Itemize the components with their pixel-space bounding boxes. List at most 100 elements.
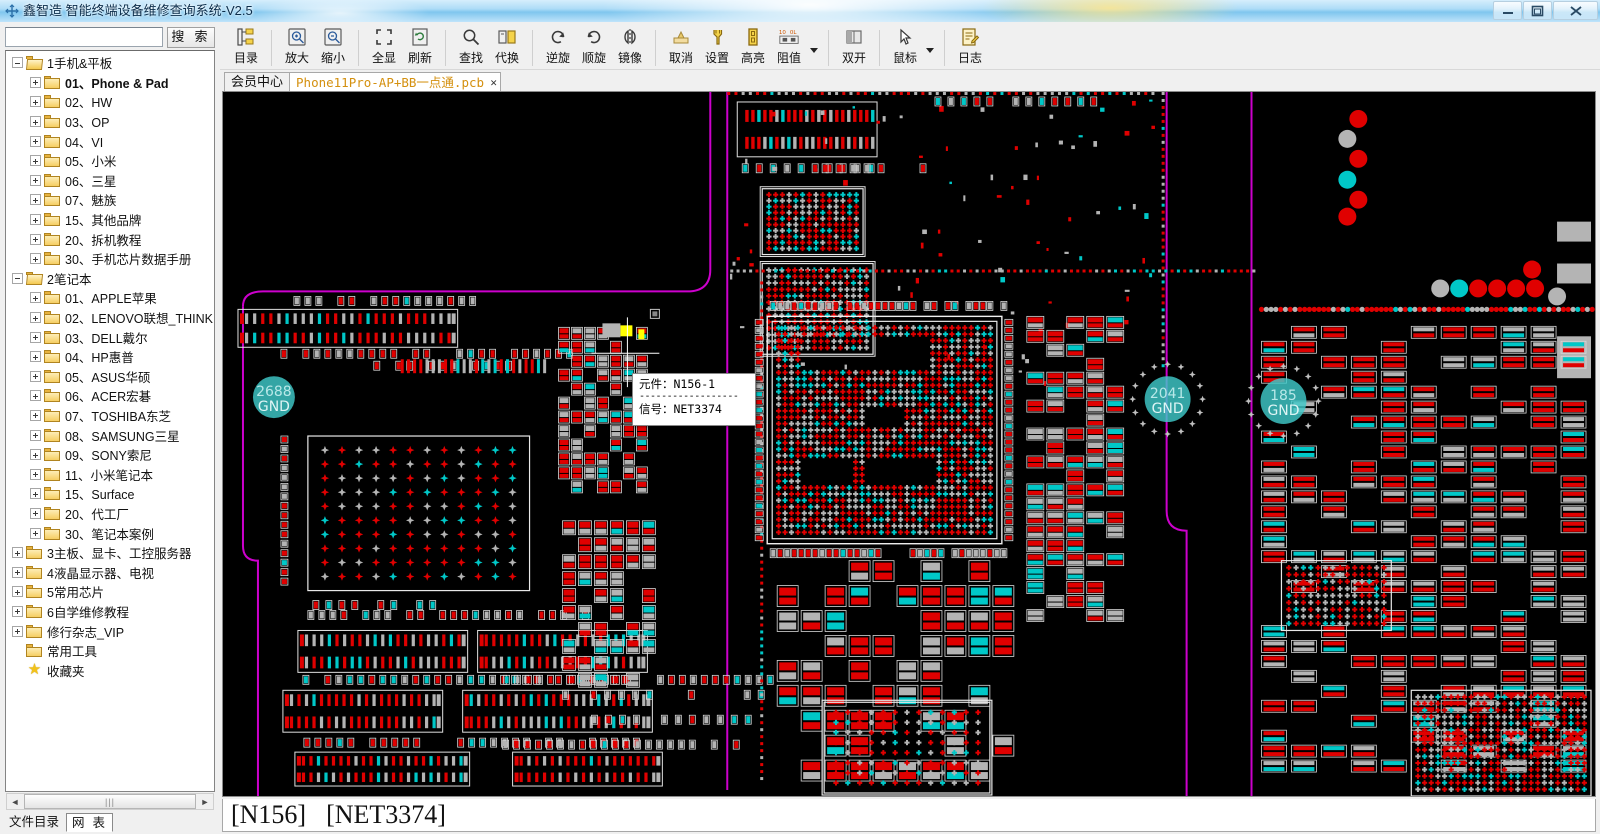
minimize-button[interactable] — [1493, 1, 1522, 20]
toolbar-button-dual-pane[interactable]: 双开 — [836, 23, 872, 67]
tree-expander-plus-icon[interactable] — [12, 605, 23, 617]
tree-expander-plus-icon[interactable] — [30, 96, 41, 108]
tree-item[interactable]: 07、TOSHIBA东芝 — [6, 406, 214, 426]
tree-expander-plus-icon[interactable] — [30, 292, 41, 304]
tree-item[interactable]: 常用工具 — [6, 641, 214, 661]
pcb-canvas-container[interactable]: 2688 GND 2041 GND 185 GND 元件：N156-1 ---------… — [222, 91, 1596, 797]
tree-item[interactable]: 修行杂志_VIP — [6, 621, 214, 641]
tree-expander-plus-icon[interactable] — [30, 331, 41, 343]
tree-item[interactable]: 2笔记本 — [6, 269, 214, 289]
tree-item[interactable]: 20、代工厂 — [6, 504, 214, 524]
toolbar-button-log[interactable]: 日志 — [952, 23, 988, 67]
toolbar-button-settings-wrench[interactable]: 设置 — [699, 23, 735, 67]
tree-item[interactable]: 01、Phone & Pad — [6, 73, 214, 93]
close-icon[interactable]: ✕ — [490, 73, 497, 92]
tree-expander-plus-icon[interactable] — [30, 370, 41, 382]
toolbar-button-fit-to-screen[interactable]: 全显 — [366, 23, 402, 67]
tree-item[interactable]: 06、ACER宏碁 — [6, 386, 214, 406]
toolbar-button-mirror[interactable]: 镜像 — [612, 23, 648, 67]
tree-item[interactable]: 08、SAMSUNG三星 — [6, 425, 214, 445]
toolbar-button-replace[interactable]: 代换 — [489, 23, 525, 67]
tree-item[interactable]: 03、OP — [6, 112, 214, 132]
mirror-icon — [619, 26, 641, 48]
tree-expander-plus-icon[interactable] — [30, 194, 41, 206]
tree-item[interactable]: 15、Surface — [6, 484, 214, 504]
tree-expander-plus-icon[interactable] — [12, 586, 23, 598]
toolbar-button-zoom-out[interactable]: 缩小 — [315, 23, 351, 67]
tree-expander-plus-icon[interactable] — [30, 174, 41, 186]
file-tab[interactable]: 会员中心 — [224, 72, 291, 92]
search-button[interactable]: 搜 索 — [167, 26, 215, 48]
tree-item[interactable]: 09、SONY索尼 — [6, 445, 214, 465]
tree-item[interactable]: 15、其他品牌 — [6, 210, 214, 230]
scroll-thumb[interactable]: ||| — [24, 794, 196, 809]
toolbar-button-tree-directory[interactable]: 目录 — [228, 23, 264, 67]
toolbar-dropdown-chevron-down-icon[interactable] — [807, 23, 821, 67]
search-input[interactable] — [5, 27, 163, 47]
maximize-button[interactable] — [1523, 1, 1552, 20]
tree-expander-plus-icon[interactable] — [30, 390, 41, 402]
tree-item[interactable]: 20、拆机教程 — [6, 229, 214, 249]
tree-expander-plus-icon[interactable] — [30, 488, 41, 500]
scroll-right-arrow[interactable]: ► — [197, 794, 213, 809]
file-tab[interactable]: Phone11Pro-AP+BB一点通.pcb ✕ — [289, 72, 502, 92]
tree-expander-plus-icon[interactable] — [30, 116, 41, 128]
scroll-left-arrow[interactable]: ◄ — [7, 794, 23, 809]
tree-item[interactable]: 03、DELL戴尔 — [6, 327, 214, 347]
toolbar-button-resistance[interactable]: 10 0L 阻值 — [771, 23, 807, 67]
tree-item[interactable]: ★ 收藏夹 — [6, 660, 214, 680]
toolbar-button-zoom-in[interactable]: 放大 — [279, 23, 315, 67]
tree-expander-plus-icon[interactable] — [30, 312, 41, 324]
tree-item[interactable]: 30、手机芯片数据手册 — [6, 249, 214, 269]
tree-expander-plus-icon[interactable] — [12, 547, 23, 559]
tree-item[interactable]: 06、三星 — [6, 171, 214, 191]
directory-tree-panel[interactable]: 1手机&平板 01、Phone & Pad 02、HW 03、OP 04、VI 05、小米… — [5, 50, 215, 792]
tree-expander-plus-icon[interactable] — [30, 507, 41, 519]
tree-item[interactable]: 05、小米 — [6, 151, 214, 171]
tree-expander-plus-icon[interactable] — [30, 449, 41, 461]
left-panel-tab[interactable]: 网 表 — [66, 813, 113, 832]
toolbar-dropdown-chevron-down-icon[interactable] — [923, 23, 937, 67]
tree-expander-plus-icon[interactable] — [30, 429, 41, 441]
toolbar-button-refresh[interactable]: 刷新 — [402, 23, 438, 67]
tree-item[interactable]: 5常用芯片 — [6, 582, 214, 602]
tree-expander-plus-icon[interactable] — [30, 351, 41, 363]
tree-item[interactable]: 3主板、显卡、工控服务器 — [6, 543, 214, 563]
tree-item[interactable]: 30、笔记本案例 — [6, 523, 214, 543]
tree-expander-plus-icon[interactable] — [12, 566, 23, 578]
tree-expander-plus-icon[interactable] — [30, 76, 41, 88]
tree-item[interactable]: 04、HP惠普 — [6, 347, 214, 367]
left-panel-tab[interactable]: 文件目录 — [4, 813, 65, 832]
tree-item[interactable]: 02、HW — [6, 92, 214, 112]
tree-expander-plus-icon[interactable] — [30, 214, 41, 226]
tree-expander-plus-icon[interactable] — [30, 253, 41, 265]
toolbar-button-search[interactable]: 查找 — [453, 23, 489, 67]
toolbar-button-cancel[interactable]: 取消 — [663, 23, 699, 67]
tree-item[interactable]: 4液晶显示器、电视 — [6, 562, 214, 582]
tree-item[interactable]: 1手机&平板 — [6, 53, 214, 73]
tree-expander-plus-icon[interactable] — [12, 625, 23, 637]
close-button[interactable] — [1553, 1, 1598, 20]
tree-expander-minus-icon[interactable] — [12, 272, 23, 284]
tree-expander-plus-icon[interactable] — [30, 135, 41, 147]
tree-item[interactable]: 02、LENOVO联想_THINK — [6, 308, 214, 328]
file-tab-label: Phone11Pro-AP+BB一点通.pcb — [296, 75, 485, 90]
toolbar-button-mouse-cursor[interactable]: 鼠标 — [887, 23, 923, 67]
pcb-viewer[interactable]: 2688GND2041GND185GND — [223, 92, 1595, 796]
tree-expander-plus-icon[interactable] — [30, 527, 41, 539]
tree-item[interactable]: 04、VI — [6, 131, 214, 151]
tree-item[interactable]: 6自学维修教程 — [6, 602, 214, 622]
toolbar-button-rotate-cw[interactable]: 顺旋 — [576, 23, 612, 67]
tree-expander-plus-icon[interactable] — [30, 155, 41, 167]
toolbar-button-highlight[interactable]: 高亮 — [735, 23, 771, 67]
toolbar-button-rotate-ccw[interactable]: 逆旋 — [540, 23, 576, 67]
tree-expander-plus-icon[interactable] — [30, 233, 41, 245]
tree-item[interactable]: 07、魅族 — [6, 190, 214, 210]
tree-item[interactable]: 05、ASUS华硕 — [6, 367, 214, 387]
tree-expander-plus-icon[interactable] — [30, 468, 41, 480]
tree-expander-minus-icon[interactable] — [12, 57, 23, 69]
tree-expander-plus-icon[interactable] — [30, 409, 41, 421]
tree-item[interactable]: 01、APPLE苹果 — [6, 288, 214, 308]
tree-item[interactable]: 11、小米笔记本 — [6, 464, 214, 484]
tree-horizontal-scrollbar[interactable]: ◄ ||| ► — [6, 793, 214, 810]
